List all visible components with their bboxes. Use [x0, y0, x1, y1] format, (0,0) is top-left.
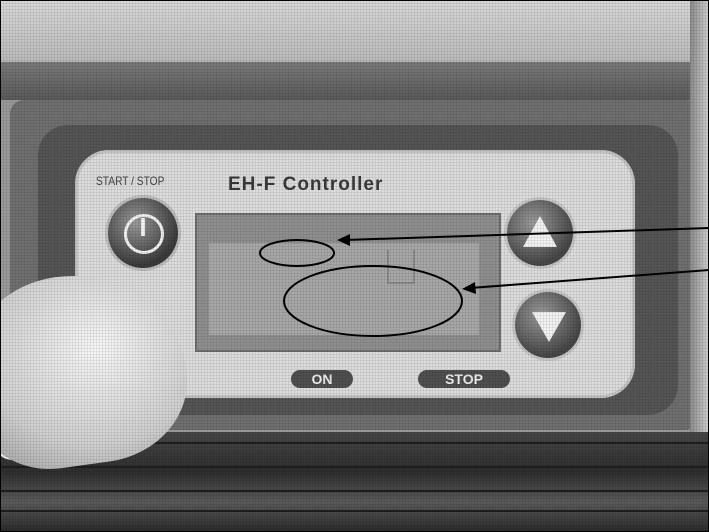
image-border — [0, 0, 709, 532]
controller-photo: START / STOP EH-F Controller ON STOP — [0, 0, 709, 532]
